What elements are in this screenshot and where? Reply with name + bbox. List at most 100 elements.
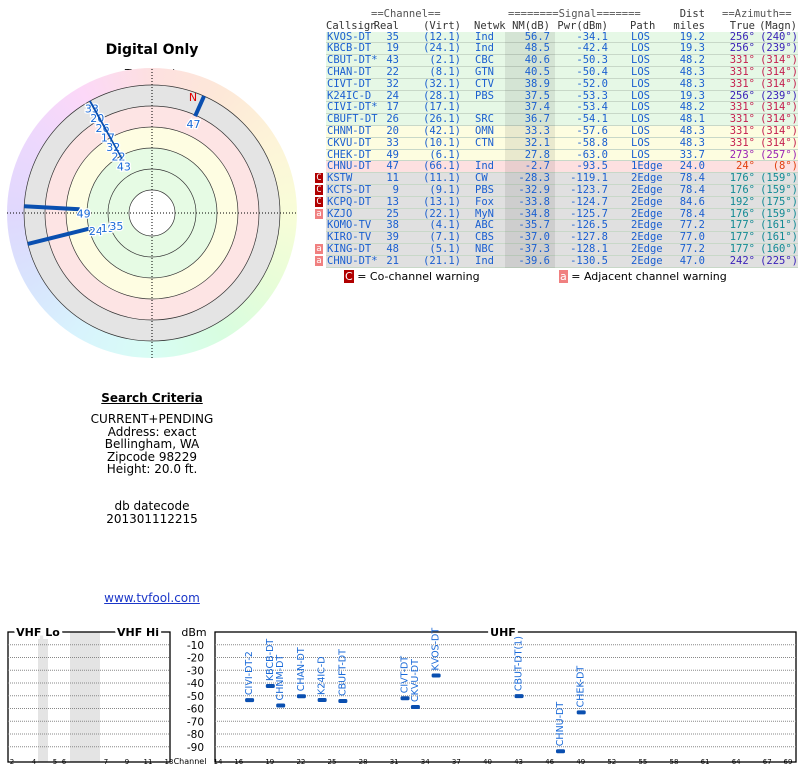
table-row: KCTS-DT 9 (9.1) PBS -32.9 -123.7 2Edge 78.4 176°… [315, 183, 798, 197]
north-marker: N [189, 91, 197, 104]
cell-pwr: -50.4 [576, 65, 608, 78]
signal-marker [338, 698, 348, 703]
cell-magn: (314°) [760, 113, 798, 126]
cell-call[interactable]: K24IC-D [327, 90, 371, 102]
cell-magn: (314°) [760, 101, 798, 114]
y-tick-label: -20 [187, 653, 204, 665]
cell-pwr: -57.6 [576, 124, 608, 137]
cell-net: OMN [475, 124, 494, 137]
cell-virt: (26.1) [423, 113, 461, 126]
cell-call[interactable]: CKVU-DT [327, 137, 371, 149]
cell-call[interactable]: KCPQ-DT [327, 196, 371, 208]
cell-real: 32 [386, 77, 399, 90]
cell-magn: (160°) [760, 242, 798, 255]
cell-dist: 78.4 [679, 172, 705, 185]
cell-true: 331° [729, 54, 755, 67]
x-tick-label: 14 [214, 758, 223, 766]
report-title: Digital Only [105, 42, 199, 58]
cell-dist: 47.0 [679, 254, 705, 267]
cell-dist: 19.2 [679, 30, 705, 43]
cell-call[interactable]: KCTS-DT [327, 184, 371, 196]
cell-true: 331° [729, 136, 755, 149]
cell-real: 49 [386, 148, 399, 161]
cell-magn: (159°) [760, 172, 798, 185]
cell-dist: 24.0 [679, 160, 705, 173]
cell-path: LOS [631, 30, 650, 43]
cell-virt: (13.1) [423, 195, 461, 208]
cell-call[interactable]: CHNM-DT [327, 125, 371, 137]
azimuth-group-header: ==Azimuth== [722, 8, 792, 20]
cell-pwr: -53.4 [576, 101, 608, 114]
signal-marker [265, 684, 275, 689]
station-label: KBCB-DT [265, 639, 276, 681]
cell-real: 11 [386, 172, 399, 185]
cell-path: 2Edge [631, 207, 663, 220]
cell-pwr: -53.3 [576, 89, 608, 102]
cell-dist: 78.4 [679, 207, 705, 220]
cell-dist: 48.1 [679, 113, 705, 126]
table-row: KING-DT 48 (5.1) NBC -37.3 -128.1 2Edge 77.2 177… [315, 242, 798, 256]
cell-call[interactable]: KING-DT [327, 243, 371, 255]
cell-true: 192° [729, 195, 755, 208]
cell-call[interactable]: CBUFT-DT [327, 114, 378, 125]
table-header: Callsign Real (Virt) Netwk NM(dB) Pwr(dBm) Pat… [326, 20, 798, 32]
cell-path: 1Edge [631, 160, 663, 173]
signal-group-header: ========Signal======= [508, 8, 641, 20]
x-tick-label: 43 [514, 758, 523, 766]
tvfool-link[interactable]: www.tvfool.com [0, 591, 304, 605]
cell-call[interactable]: CHNU-DT* [327, 255, 378, 267]
cell-nm: -35.7 [518, 219, 550, 232]
cell-true: 331° [729, 113, 755, 126]
cell-real: 17 [386, 101, 399, 114]
cell-true: 256° [729, 30, 755, 43]
cell-call[interactable]: KZJO [327, 208, 352, 220]
cell-dist: 48.3 [679, 124, 705, 137]
station-label: CHNU-DT [555, 702, 566, 747]
cell-call[interactable]: CHAN-DT [327, 66, 371, 78]
co-channel-legend: C = Co-channel warning [344, 269, 480, 283]
cell-magn: (314°) [760, 65, 798, 78]
y-tick-label: -70 [187, 716, 204, 728]
signal-marker [556, 749, 565, 754]
cell-call[interactable]: CIVT-DT [327, 78, 371, 90]
x-tick-label: 55 [638, 758, 647, 766]
cell-call[interactable]: CHNU-DT [327, 161, 371, 172]
cell-call[interactable]: CIVI-DT* [327, 102, 378, 113]
cell-magn: (314°) [760, 54, 798, 67]
cell-magn: (225°) [760, 254, 798, 267]
cell-dist: 48.3 [679, 77, 705, 90]
cell-dist: 19.3 [679, 89, 705, 102]
cell-nm: -33.8 [518, 195, 550, 208]
cell-path: LOS [631, 77, 650, 90]
x-tick-label: 61 [701, 758, 710, 766]
cell-call[interactable]: KVOS-DT [327, 31, 371, 43]
cell-magn: (314°) [760, 124, 798, 137]
cell-nm: 27.8 [524, 148, 550, 161]
cell-call[interactable]: KIRO-TV [327, 232, 371, 243]
cell-magn: (257°) [760, 148, 798, 161]
cell-magn: (159°) [760, 183, 798, 196]
cell-nm: 37.5 [524, 89, 550, 102]
cell-call[interactable]: KOMO-TV [327, 220, 371, 231]
x-tick-label: 22 [296, 758, 305, 766]
cell-real: 26 [386, 113, 399, 126]
band-label-uhf: UHF [490, 626, 516, 639]
co-channel-warning-icon: C [344, 269, 354, 283]
cell-pwr: -42.4 [576, 42, 608, 55]
cell-call[interactable]: KSTW [327, 173, 352, 184]
signal-marker [410, 704, 420, 709]
cell-call[interactable]: CBUT-DT* [327, 55, 378, 66]
cell-true: 256° [729, 42, 755, 55]
cell-pwr: -119.1 [570, 172, 608, 185]
cell-real: 24 [386, 89, 399, 102]
co-channel-warning-icon: C [315, 196, 323, 207]
cell-real: 47 [386, 160, 399, 173]
cell-magn: (239°) [760, 89, 798, 102]
cell-call[interactable]: KBCB-DT [327, 43, 371, 54]
cell-nm: -34.8 [518, 207, 550, 220]
cell-real: 39 [386, 231, 399, 244]
cell-call[interactable]: CHEK-DT [327, 149, 371, 161]
column-header: True [729, 19, 755, 32]
x-tick-label: 40 [483, 758, 492, 766]
column-header: Pwr(dBm) [557, 19, 608, 32]
